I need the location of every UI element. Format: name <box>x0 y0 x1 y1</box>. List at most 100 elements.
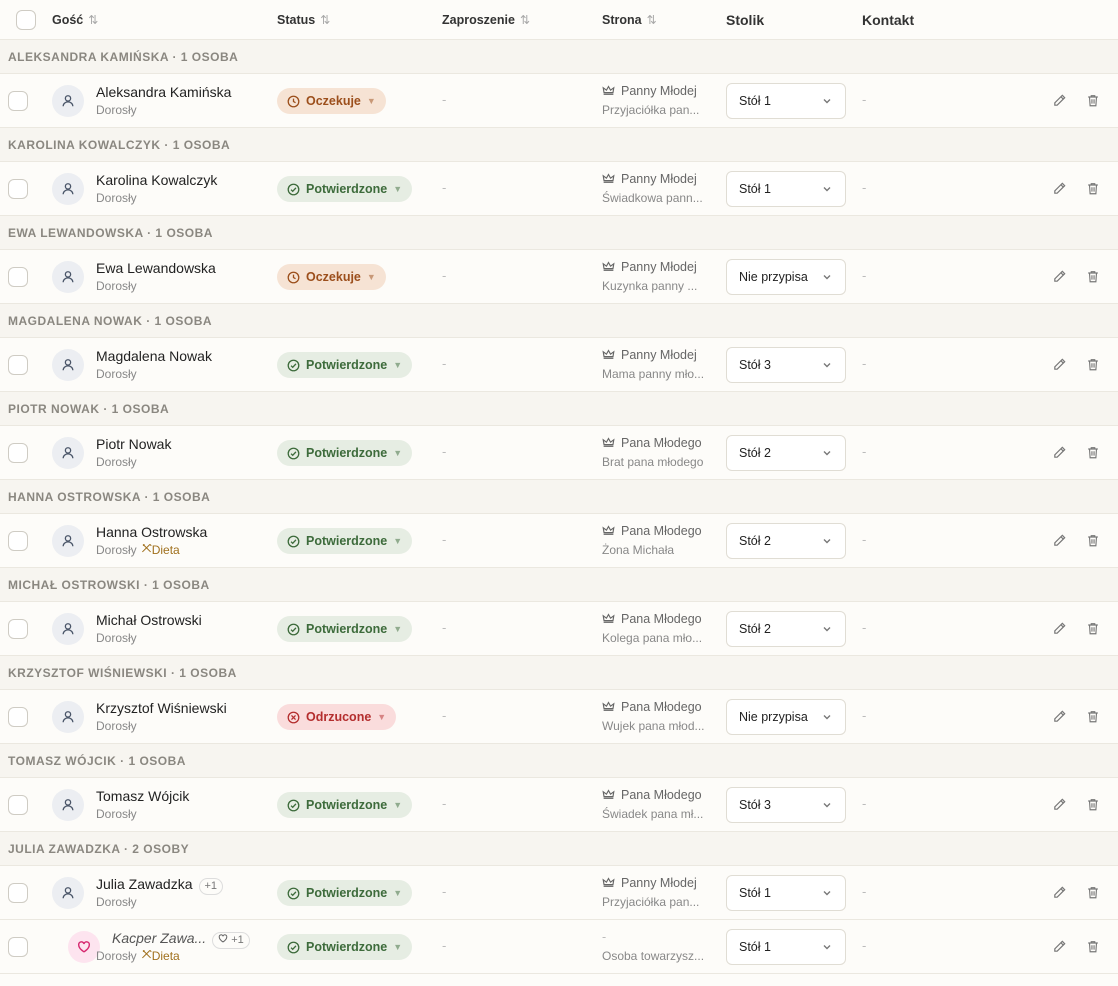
diet-text: Dieta <box>151 543 180 557</box>
row-checkbox[interactable] <box>8 91 28 111</box>
guest-name[interactable]: Tomasz Wójcik <box>96 788 189 804</box>
trash-icon[interactable] <box>1086 93 1100 111</box>
trash-icon[interactable] <box>1086 797 1100 815</box>
side-label: Pana Młodego <box>602 524 702 538</box>
edit-icon[interactable] <box>1052 797 1067 815</box>
edit-icon[interactable] <box>1052 939 1067 957</box>
chevron-down-icon: ▼ <box>366 272 376 282</box>
user-icon <box>62 183 74 195</box>
relation-text: Wujek pana młod... <box>602 719 705 733</box>
status-dropdown[interactable]: Potwierdzone ▼ <box>277 176 413 202</box>
table-select-value: Stół 3 <box>739 798 771 812</box>
guest-type: Dorosły <box>96 719 137 733</box>
sort-icon: ⇅ <box>320 13 330 27</box>
table-row: Magdalena Nowak Dorosły Potwierdzone ▼ - Pann… <box>0 338 1118 392</box>
guest-name[interactable]: Krzysztof Wiśniewski <box>96 700 227 716</box>
status-dropdown[interactable]: Potwierdzone ▼ <box>277 440 413 466</box>
row-checkbox[interactable] <box>8 267 28 287</box>
row-checkbox[interactable] <box>8 883 28 903</box>
trash-icon[interactable] <box>1086 885 1100 903</box>
table-select[interactable]: Stół 2 <box>726 523 846 559</box>
guest-name[interactable]: Aleksandra Kamińska <box>96 84 231 100</box>
edit-icon[interactable] <box>1052 93 1067 111</box>
crown-icon <box>602 173 621 185</box>
status-text: Odrzucone <box>306 710 372 724</box>
column-status[interactable]: Status ⇅ <box>277 0 330 40</box>
status-dropdown[interactable]: Potwierdzone ▼ <box>277 880 413 906</box>
trash-icon[interactable] <box>1086 357 1100 375</box>
row-checkbox[interactable] <box>8 619 28 639</box>
table-select[interactable]: Stół 1 <box>726 929 846 965</box>
column-invitation[interactable]: Zaproszenie ⇅ <box>442 0 530 40</box>
side-label: Panny Młodej <box>602 172 697 186</box>
edit-icon[interactable] <box>1052 885 1067 903</box>
pending-icon <box>287 271 306 284</box>
status-dropdown[interactable]: Odrzucone ▼ <box>277 704 397 730</box>
edit-icon[interactable] <box>1052 445 1067 463</box>
edit-icon[interactable] <box>1052 533 1067 551</box>
table-select[interactable]: Stół 1 <box>726 83 846 119</box>
column-side[interactable]: Strona ⇅ <box>602 0 657 40</box>
table-select[interactable]: Stół 1 <box>726 171 846 207</box>
trash-icon[interactable] <box>1086 709 1100 727</box>
invitation-value: - <box>442 708 447 723</box>
table-select[interactable]: Stół 1 <box>726 875 846 911</box>
row-checkbox[interactable] <box>8 355 28 375</box>
table-select[interactable]: Nie przypisa <box>726 699 846 735</box>
table-row: Karolina Kowalczyk Dorosły Potwierdzone ▼ - P… <box>0 162 1118 216</box>
row-checkbox[interactable] <box>8 443 28 463</box>
table-select[interactable]: Stół 3 <box>726 787 846 823</box>
column-guest[interactable]: Gość ⇅ <box>52 0 98 40</box>
trash-icon[interactable] <box>1086 939 1100 957</box>
guest-name[interactable]: Piotr Nowak <box>96 436 171 452</box>
guest-name[interactable]: Hanna Ostrowska <box>96 524 207 540</box>
guest-type: Dorosły <box>96 279 137 293</box>
table-header: Gość ⇅ Status ⇅ Zaproszenie ⇅ Strona ⇅ Stoli… <box>0 0 1118 40</box>
row-checkbox[interactable] <box>8 707 28 727</box>
side-label: - <box>602 930 607 944</box>
avatar <box>52 789 84 821</box>
table-select[interactable]: Stół 2 <box>726 611 846 647</box>
plus-one-text: +1 <box>204 880 218 892</box>
edit-icon[interactable] <box>1052 181 1067 199</box>
table-select-value: Stół 2 <box>739 534 771 548</box>
table-select[interactable]: Stół 2 <box>726 435 846 471</box>
guest-type: Dorosły <box>96 807 137 821</box>
crown-icon <box>602 789 621 801</box>
user-icon <box>62 95 74 107</box>
status-dropdown[interactable]: Oczekuje ▼ <box>277 264 386 290</box>
guest-name[interactable]: Ewa Lewandowska <box>96 260 216 276</box>
row-checkbox[interactable] <box>8 179 28 199</box>
guest-name[interactable]: Kacper Zawa... +1 <box>112 930 250 949</box>
declined-icon <box>287 711 306 724</box>
trash-icon[interactable] <box>1086 445 1100 463</box>
guest-name[interactable]: Michał Ostrowski <box>96 612 202 628</box>
guest-name[interactable]: Julia Zawadzka +1 <box>96 876 224 895</box>
status-dropdown[interactable]: Potwierdzone ▼ <box>277 792 413 818</box>
side-text: Panny Młodej <box>621 348 697 362</box>
invitation-value: - <box>442 532 447 547</box>
edit-icon[interactable] <box>1052 709 1067 727</box>
trash-icon[interactable] <box>1086 621 1100 639</box>
row-checkbox[interactable] <box>8 531 28 551</box>
heart-icon <box>218 934 231 946</box>
status-dropdown[interactable]: Potwierdzone ▼ <box>277 352 413 378</box>
edit-icon[interactable] <box>1052 269 1067 287</box>
status-dropdown[interactable]: Potwierdzone ▼ <box>277 934 413 960</box>
guest-name[interactable]: Magdalena Nowak <box>96 348 212 364</box>
status-dropdown[interactable]: Oczekuje ▼ <box>277 88 386 114</box>
select-all-checkbox[interactable] <box>16 10 36 30</box>
guest-name[interactable]: Karolina Kowalczyk <box>96 172 217 188</box>
trash-icon[interactable] <box>1086 269 1100 287</box>
row-checkbox[interactable] <box>8 937 28 957</box>
row-checkbox[interactable] <box>8 795 28 815</box>
edit-icon[interactable] <box>1052 621 1067 639</box>
table-select[interactable]: Nie przypisa <box>726 259 846 295</box>
status-dropdown[interactable]: Potwierdzone ▼ <box>277 616 413 642</box>
edit-icon[interactable] <box>1052 357 1067 375</box>
trash-icon[interactable] <box>1086 181 1100 199</box>
trash-icon[interactable] <box>1086 533 1100 551</box>
status-dropdown[interactable]: Potwierdzone ▼ <box>277 528 413 554</box>
table-select[interactable]: Stół 3 <box>726 347 846 383</box>
contact-value: - <box>862 938 867 953</box>
